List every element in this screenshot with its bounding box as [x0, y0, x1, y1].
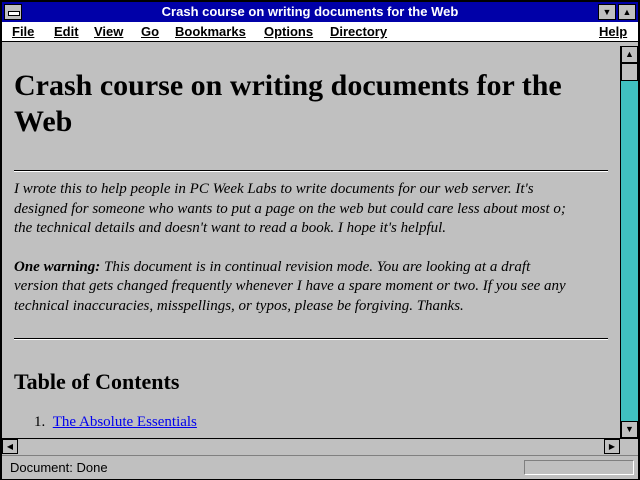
menu-go[interactable]: Go	[141, 24, 159, 40]
scroll-down-button[interactable]: ▼	[621, 421, 638, 438]
maximize-button[interactable]: ▲	[618, 4, 636, 20]
triangle-down-icon: ▼	[602, 7, 612, 17]
toc-list: 1. The Absolute Essentials	[14, 413, 608, 431]
intro-line: designed for someone who wants to put a …	[14, 200, 566, 217]
vertical-scrollbar[interactable]: ▲ ▼	[620, 46, 638, 438]
title-bar[interactable]: Crash course on writing documents for th…	[2, 2, 638, 22]
arrow-down-icon: ▼	[625, 424, 634, 434]
warning-paragraph: One warning: This document is in continu…	[14, 258, 608, 317]
triangle-up-icon: ▲	[622, 7, 632, 17]
minimize-button[interactable]: ▼	[598, 4, 616, 20]
toc-link-absolute-essentials[interactable]: The Absolute Essentials	[53, 414, 197, 430]
intro-paragraph: I wrote this to help people in PC Week L…	[14, 180, 608, 239]
menu-edit[interactable]: Edit	[54, 24, 79, 40]
toc-heading: Table of Contents	[14, 369, 180, 394]
menu-options[interactable]: Options	[264, 24, 313, 40]
warning-label: One warning:	[14, 258, 101, 275]
intro-line: the technical details and doesn't want t…	[14, 220, 447, 236]
browser-window: Crash course on writing documents for th…	[0, 0, 640, 480]
menu-view[interactable]: View	[94, 24, 123, 40]
arrow-up-icon: ▲	[625, 49, 634, 59]
status-text: Document: Done	[10, 460, 108, 475]
menu-bar: File Edit View Go Bookmarks Options Dire…	[2, 22, 638, 42]
horizontal-scrollbar[interactable]: ◀ ▶	[2, 438, 638, 454]
status-bar: Document: Done	[2, 455, 638, 479]
document-body: Crash course on writing documents for th…	[14, 68, 608, 431]
scroll-right-button[interactable]: ▶	[604, 439, 620, 454]
arrow-left-icon: ◀	[6, 442, 14, 451]
arrow-right-icon: ▶	[608, 442, 616, 451]
system-menu-button[interactable]	[4, 4, 22, 20]
page-heading: Crash course on writing documents for th…	[14, 69, 562, 138]
menu-directory[interactable]: Directory	[330, 24, 387, 40]
warning-line: technical inaccuracies, misspellings, or…	[14, 297, 464, 314]
intro-line: I wrote this to help people in PC Week L…	[14, 181, 534, 197]
toc-item: 1. The Absolute Essentials	[14, 413, 608, 431]
scroll-left-button[interactable]: ◀	[2, 439, 18, 454]
warning-line: This document is in continual revision m…	[104, 258, 531, 275]
vertical-scroll-thumb[interactable]	[621, 63, 638, 81]
toc-item-number: 1.	[34, 414, 46, 430]
window-title: Crash course on writing documents for th…	[161, 4, 459, 19]
menu-file[interactable]: File	[12, 24, 34, 40]
system-menu-icon	[8, 11, 20, 16]
progress-indicator	[524, 460, 634, 475]
scroll-up-button[interactable]: ▲	[621, 46, 638, 63]
menu-help[interactable]: Help	[599, 24, 627, 40]
document-view[interactable]: Crash course on writing documents for th…	[2, 46, 618, 438]
menu-bookmarks[interactable]: Bookmarks	[175, 24, 246, 40]
warning-line: version that gets changed frequently whe…	[14, 278, 566, 294]
